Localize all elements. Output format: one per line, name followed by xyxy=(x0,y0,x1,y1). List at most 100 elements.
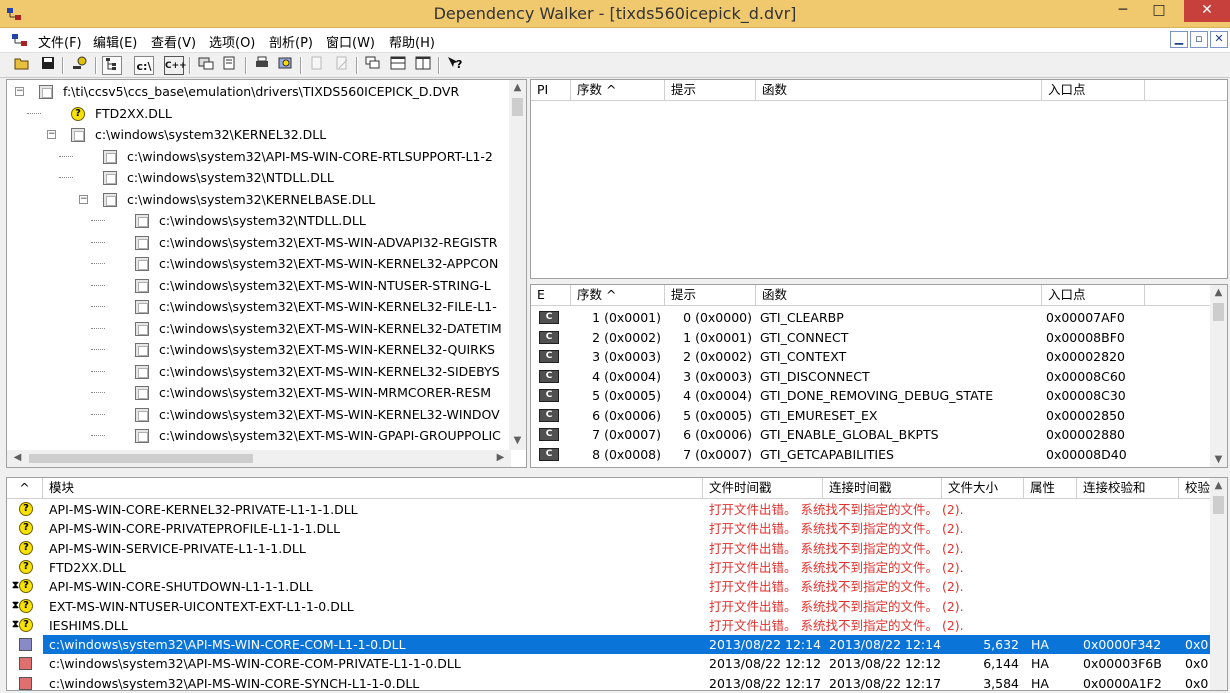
col-ordinal[interactable]: 序数 ^ xyxy=(571,285,665,306)
tree-connector xyxy=(27,112,41,114)
col-link-timestamp[interactable]: 连接时间戳 xyxy=(823,478,942,499)
export-ordinal: 8 (0x0008) xyxy=(592,446,661,462)
col-link-checksum[interactable]: 连接校验和 xyxy=(1077,478,1179,499)
c-button[interactable]: c:\ xyxy=(134,56,154,75)
col-module[interactable]: 模块 xyxy=(43,478,703,499)
export-row[interactable]: C 1 (0x0001) 0 (0x0000) GTI_CLEARBP 0x00007A… xyxy=(531,308,1211,328)
tree-expander-icon[interactable]: − xyxy=(47,130,56,139)
module-row[interactable]: ? API-MS-WIN-CORE-KERNEL32-PRIVATE-L1-1-1… xyxy=(19,500,1213,519)
module-row[interactable]: ? ⧗ EXT-MS-WIN-NTUSER-UICONTEXT-EXT-L1-1-0… xyxy=(12,597,1213,616)
mdi-minimize-button[interactable]: ▁ xyxy=(1170,31,1188,48)
tree-item-label: c:\windows\system32\NTDLL.DLL xyxy=(127,170,334,185)
menu-view[interactable]: 查看(V) xyxy=(151,32,196,51)
tree-vertical-scrollbar[interactable]: ▲ ▼ xyxy=(509,80,526,450)
col-entry[interactable]: 入口点 xyxy=(1042,80,1145,101)
module-row[interactable]: c:\windows\system32\API-MS-WIN-CORE-SYNC… xyxy=(19,674,1213,690)
col-file-timestamp[interactable]: 文件时间戳 xyxy=(703,478,823,499)
col-e[interactable]: E xyxy=(531,285,571,306)
module-row[interactable]: c:\windows\system32\API-MS-WIN-CORE-COM-… xyxy=(19,654,1213,673)
minimize-button[interactable]: ─ xyxy=(1108,0,1138,22)
tree-item[interactable]: c:\windows\system32\EXT-MS-WIN-ADVAPI32-… xyxy=(7,232,507,253)
export-row[interactable]: C 2 (0x0002) 1 (0x0001) GTI_CONNECT 0x00008B… xyxy=(531,328,1211,348)
module-row[interactable]: ? API-MS-WIN-SERVICE-PRIVATE-L1-1-1.DLL 打开… xyxy=(19,539,1213,558)
col-pi[interactable]: PI xyxy=(531,80,571,101)
menu-options[interactable]: 选项(O) xyxy=(209,32,255,51)
tree-item[interactable]: − f:\ti\ccsv5\ccs_base\emulation\drivers\… xyxy=(7,81,507,102)
imports-panel[interactable]: PI 序数 ^ 提示 函数 入口点 xyxy=(530,79,1228,279)
export-entry: 0x00008BF0 xyxy=(1046,329,1125,345)
mdi-restore-button[interactable]: ▫ xyxy=(1190,31,1208,48)
copy-icon[interactable] xyxy=(307,56,327,75)
close-button[interactable]: ✕ xyxy=(1184,0,1230,22)
tree-item[interactable]: c:\windows\system32\API-MS-WIN-CORE-RTLS… xyxy=(7,146,507,167)
menu-profile[interactable]: 剖析(P) xyxy=(269,32,313,51)
module-status-icon: ? xyxy=(17,559,33,575)
col-attributes[interactable]: 属性 xyxy=(1024,478,1077,499)
paste-icon[interactable] xyxy=(332,56,352,75)
col-hint[interactable]: 提示 xyxy=(665,285,756,306)
module-row[interactable]: c:\windows\system32\API-MS-WIN-CORE-COM-… xyxy=(19,635,1213,655)
export-row[interactable]: C 8 (0x0008) 7 (0x0007) GTI_GETCAPABILITIES… xyxy=(531,445,1211,465)
tree-item[interactable]: c:\windows\system32\EXT-MS-WIN-KERNEL32-… xyxy=(7,318,507,339)
tree-item[interactable]: c:\windows\system32\EXT-MS-WIN-MRMCORER-… xyxy=(7,382,507,403)
props-icon[interactable] xyxy=(220,56,240,75)
modules-panel[interactable]: ^ 模块 文件时间戳 连接时间戳 文件大小 属性 连接校验和 校验 ? API-M… xyxy=(6,477,1228,691)
export-row[interactable]: C 5 (0x0005) 4 (0x0004) GTI_DONE_REMOVING_D… xyxy=(531,386,1211,406)
tree-item[interactable]: c:\windows\system32\EXT-MS-WIN-KERNEL32-… xyxy=(7,253,507,274)
menu-edit[interactable]: 编辑(E) xyxy=(93,32,137,51)
module-row[interactable]: ? FTD2XX.DLL 打开文件出错。 系统找不到指定的文件。 (2). xyxy=(19,558,1213,577)
export-row[interactable]: C 4 (0x0004) 3 (0x0003) GTI_DISCONNECT 0x000… xyxy=(531,367,1211,387)
tree-item[interactable]: c:\windows\system32\EXT-MS-WIN-GPAPI-GRO… xyxy=(7,425,507,446)
find-icon[interactable] xyxy=(70,56,90,75)
export-row[interactable]: C 7 (0x0007) 6 (0x0006) GTI_ENABLE_GLOBAL_B… xyxy=(531,425,1211,445)
save-icon[interactable] xyxy=(38,56,58,75)
search-icon[interactable] xyxy=(276,56,296,75)
tree-item[interactable]: − c:\windows\system32\KERNEL32.DLL xyxy=(7,124,507,145)
dep-icon[interactable] xyxy=(196,56,216,75)
tree-item[interactable]: c:\windows\system32\EXT-MS-WIN-NTUSER-ST… xyxy=(7,275,507,296)
print-icon[interactable] xyxy=(252,56,272,75)
help-icon[interactable]: ? xyxy=(445,56,465,75)
menu-help[interactable]: 帮助(H) xyxy=(389,32,435,51)
col-checksum[interactable]: 校验 xyxy=(1179,478,1213,499)
open-icon[interactable] xyxy=(12,56,32,75)
exports-vertical-scrollbar[interactable]: ▲ ▼ xyxy=(1210,285,1227,467)
module-row[interactable]: ? ⧗ API-MS-WIN-CORE-SHUTDOWN-L1-1-1.DLL 打开文… xyxy=(12,577,1213,596)
tree-item[interactable]: c:\windows\system32\EXT-MS-WIN-KERNEL32-… xyxy=(7,339,507,360)
modules-vertical-scrollbar[interactable]: ▲ xyxy=(1210,478,1227,690)
tree-item[interactable]: ? FTD2XX.DLL xyxy=(7,103,507,124)
col-sort[interactable]: ^ xyxy=(7,478,43,499)
module-name: EXT-MS-WIN-NTUSER-UICONTEXT-EXT-L1-1-0.D… xyxy=(49,598,354,614)
menu-window[interactable]: 窗口(W) xyxy=(326,32,375,51)
tile-v-icon[interactable] xyxy=(413,56,433,75)
module-row[interactable]: ? API-MS-WIN-CORE-PRIVATEPROFILE-L1-1-1.D… xyxy=(19,519,1213,538)
col-file-size[interactable]: 文件大小 xyxy=(942,478,1024,499)
cascade-icon[interactable] xyxy=(363,56,383,75)
tree-expander-icon[interactable]: − xyxy=(79,194,88,204)
tree-expander-icon[interactable]: − xyxy=(15,87,24,96)
module-row[interactable]: ? ⧗ IESHIMS.DLL 打开文件出错。 系统找不到指定的文件。 (2). xyxy=(12,616,1213,635)
tree-item[interactable]: c:\windows\system32\NTDLL.DLL xyxy=(7,210,507,231)
exports-panel[interactable]: E 序数 ^ 提示 函数 入口点 C 1 (0x0001) 0 (0x0000) GT… xyxy=(530,284,1228,468)
tile-h-icon[interactable] xyxy=(388,56,408,75)
mdi-close-button[interactable]: ✕ xyxy=(1210,31,1228,48)
tree-item[interactable]: c:\windows\system32\EXT-MS-WIN-KERNEL32-… xyxy=(7,361,507,382)
maximize-button[interactable]: □ xyxy=(1144,0,1174,22)
col-function[interactable]: 函数 xyxy=(756,285,1042,306)
tree-item[interactable]: c:\windows\system32\EXT-MS-WIN-KERNEL32-… xyxy=(7,404,507,425)
tree-horizontal-scrollbar[interactable]: ◀ ▶ xyxy=(7,450,511,467)
document-icon[interactable] xyxy=(12,33,28,47)
col-hint[interactable]: 提示 xyxy=(665,80,756,101)
col-entry[interactable]: 入口点 xyxy=(1042,285,1145,306)
export-row[interactable]: C 6 (0x0006) 5 (0x0005) GTI_EMURESET_EX 0x00… xyxy=(531,406,1211,426)
tree-item[interactable]: c:\windows\system32\NTDLL.DLL xyxy=(7,167,507,188)
menu-file[interactable]: 文件(F) xyxy=(38,32,82,51)
tree-item[interactable]: c:\windows\system32\EXT-MS-WIN-KERNEL32-… xyxy=(7,296,507,317)
export-row[interactable]: C 3 (0x0003) 2 (0x0002) GTI_CONTEXT 0x000028… xyxy=(531,347,1211,367)
col-function[interactable]: 函数 xyxy=(756,80,1042,101)
module-tree-panel[interactable]: − f:\ti\ccsv5\ccs_base\emulation\drivers\… xyxy=(6,79,527,468)
cpp-button[interactable]: C++ xyxy=(164,56,187,75)
col-ordinal[interactable]: 序数 ^ xyxy=(571,80,665,101)
tree-toggle-icon[interactable] xyxy=(102,56,122,75)
tree-item[interactable]: − c:\windows\system32\KERNELBASE.DLL xyxy=(7,189,507,210)
